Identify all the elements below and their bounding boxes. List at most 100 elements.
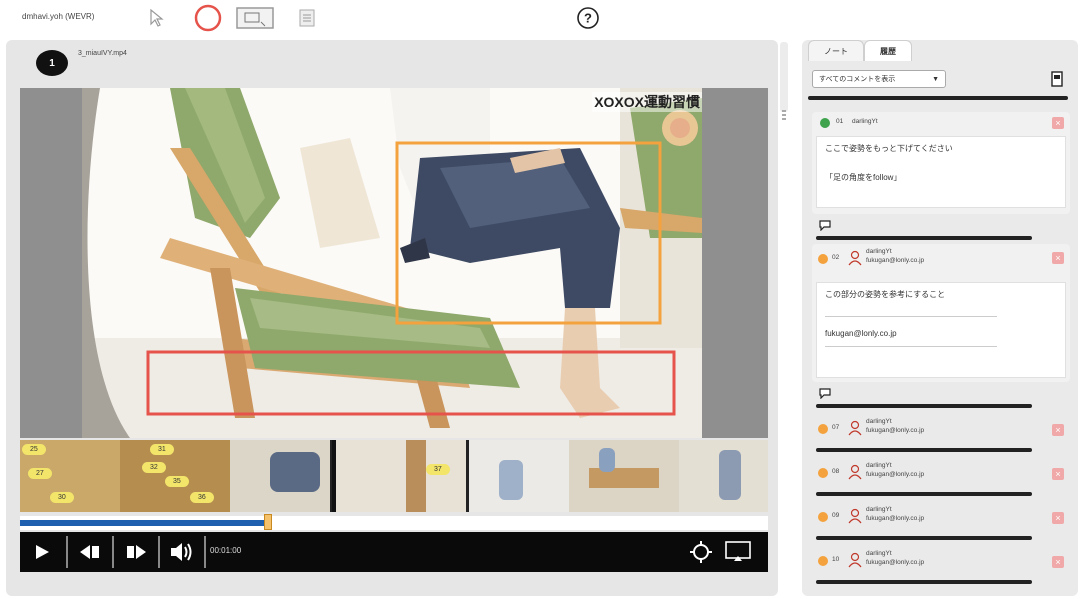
control-separator <box>112 536 114 568</box>
note-user: darlingYt <box>852 118 878 125</box>
comment-row[interactable]: 08 darlingYt fukugan@lonly.co.jp × <box>812 458 1070 498</box>
close-icon[interactable]: × <box>1052 117 1064 129</box>
filmstrip[interactable]: 25 27 30 31 32 35 36 37 <box>20 440 768 512</box>
cast-button[interactable] <box>720 532 756 572</box>
close-icon[interactable]: × <box>1052 468 1064 480</box>
close-icon[interactable]: × <box>1052 424 1064 436</box>
film-frame[interactable] <box>569 440 679 512</box>
pointer-tool-button[interactable] <box>144 4 168 32</box>
comment-user: darlingYt <box>866 418 892 425</box>
section-divider <box>816 580 1032 584</box>
close-icon[interactable]: × <box>1052 252 1064 264</box>
export-button[interactable] <box>1050 70 1064 93</box>
fullscreen-button[interactable] <box>686 532 716 572</box>
film-frame[interactable] <box>469 440 569 512</box>
film-thumb-figure <box>719 450 741 500</box>
comment-line: fukugan@lonly.co.jp <box>825 329 897 338</box>
note-line: ここで姿勢をもっと下げてください <box>825 144 953 153</box>
document-title: dmhavi.yoh (WEVR) <box>22 12 95 21</box>
panel-scrollbar[interactable] <box>780 42 788 112</box>
comment-email: fukugan@lonly.co.jp <box>866 515 925 522</box>
document-icon <box>1051 71 1063 87</box>
circle-icon <box>194 4 222 32</box>
chevron-down-icon: ▼ <box>932 75 939 83</box>
control-separator <box>158 536 160 568</box>
comment-user: darlingYt <box>866 248 892 255</box>
list-icon <box>299 9 315 27</box>
tab-notes[interactable]: ノート <box>808 40 864 61</box>
status-dot <box>818 468 828 478</box>
tab-history[interactable]: 履歴 <box>864 40 912 61</box>
help-button[interactable]: ? <box>574 4 602 32</box>
list-tool-button[interactable] <box>296 4 318 32</box>
comment-text[interactable]: この部分の姿勢を参考にすること fukugan@lonly.co.jp <box>816 282 1066 378</box>
film-frame[interactable] <box>679 440 768 512</box>
comment-row[interactable]: 07 darlingYt fukugan@lonly.co.jp × <box>812 414 1070 454</box>
play-button[interactable] <box>20 532 64 572</box>
divider <box>825 346 997 347</box>
comment-id: 09 <box>832 512 840 519</box>
circle-tool-button[interactable] <box>192 4 224 32</box>
filter-select[interactable]: すべてのコメントを表示 ▼ <box>812 70 946 88</box>
film-frame[interactable]: 37 <box>336 440 466 512</box>
video-frame <box>82 88 702 438</box>
control-separator <box>204 536 206 568</box>
video-caption: XOXOX運動習慣 <box>592 92 702 112</box>
volume-icon <box>171 543 192 561</box>
note-card[interactable]: 01 darlingYt × ここで姿勢をもっと下げてください 「足の角度をfo… <box>812 112 1070 214</box>
rectangle-icon <box>236 7 274 29</box>
note-text[interactable]: ここで姿勢をもっと下げてください 「足の角度をfollow」 <box>816 136 1066 208</box>
annotation-tag[interactable]: 27 <box>28 468 52 479</box>
video-viewport[interactable]: XOXOX運動習慣 <box>20 88 768 438</box>
grip-icon <box>781 108 787 120</box>
annotation-tag[interactable]: 25 <box>22 444 46 455</box>
reply-icon[interactable] <box>818 386 832 404</box>
comment-user: darlingYt <box>866 506 892 513</box>
section-divider <box>816 448 1032 452</box>
top-toolbar: dmhavi.yoh (WEVR) ? <box>0 0 1081 38</box>
user-icon <box>848 508 862 529</box>
step-forward-button[interactable] <box>116 532 156 572</box>
play-icon <box>36 545 49 559</box>
status-dot <box>818 424 828 434</box>
user-icon <box>848 552 862 573</box>
comment-row[interactable]: 10 darlingYt fukugan@lonly.co.jp × <box>812 546 1070 586</box>
user-icon <box>848 420 862 441</box>
annotation-tag[interactable]: 35 <box>165 476 189 487</box>
annotation-tag[interactable]: 37 <box>426 464 450 475</box>
annotation-tag[interactable]: 36 <box>190 492 214 503</box>
progress-handle[interactable] <box>264 514 272 530</box>
close-icon[interactable]: × <box>1052 512 1064 524</box>
comment-id: 02 <box>832 254 840 261</box>
comment-card[interactable]: 02 darlingYt fukugan@lonly.co.jp × この部分の… <box>812 244 1070 382</box>
comment-id: 07 <box>832 424 840 431</box>
film-frame[interactable]: 25 27 30 <box>20 440 120 512</box>
help-icon: ? <box>577 7 599 29</box>
divider <box>825 316 997 317</box>
status-dot <box>818 254 828 264</box>
close-icon[interactable]: × <box>1052 556 1064 568</box>
status-dot <box>818 556 828 566</box>
film-frame[interactable] <box>230 440 330 512</box>
comment-email: fukugan@lonly.co.jp <box>866 559 925 566</box>
volume-button[interactable] <box>162 532 202 572</box>
annotation-tag[interactable]: 32 <box>142 462 166 473</box>
user-icon <box>848 464 862 485</box>
comment-user: darlingYt <box>866 550 892 557</box>
comment-user: darlingYt <box>866 462 892 469</box>
step-back-icon <box>80 545 99 559</box>
reply-icon[interactable] <box>818 218 832 236</box>
section-divider <box>816 536 1032 540</box>
annotation-tag[interactable]: 30 <box>50 492 74 503</box>
annotation-tag[interactable]: 31 <box>150 444 174 455</box>
playback-controls: 00:01:00 <box>20 532 768 572</box>
step-back-button[interactable] <box>70 532 110 572</box>
section-divider <box>816 492 1032 496</box>
comment-line: この部分の姿勢を参考にすること <box>825 290 946 299</box>
comment-row[interactable]: 09 darlingYt fukugan@lonly.co.jp × <box>812 502 1070 542</box>
film-thumb-figure <box>599 448 615 472</box>
section-divider <box>816 236 1032 240</box>
rectangle-tool-button[interactable] <box>234 4 276 32</box>
pointer-icon <box>150 8 164 27</box>
film-frame[interactable]: 31 32 35 36 <box>120 440 230 512</box>
